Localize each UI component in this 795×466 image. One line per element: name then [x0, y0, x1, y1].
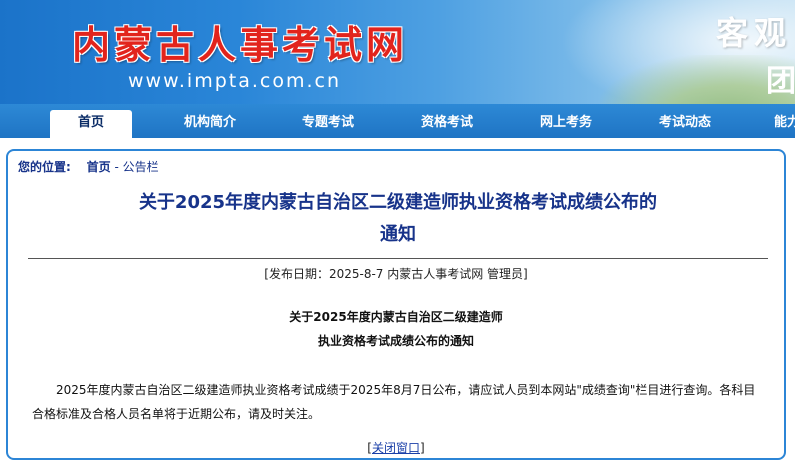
- breadcrumb: 您的位置: 首页 - 公告栏: [18, 158, 159, 175]
- nav-item-exam-news[interactable]: 考试动态: [643, 110, 727, 138]
- title-divider: [28, 258, 768, 259]
- nav-item-qualification-exams[interactable]: 资格考试: [405, 110, 489, 138]
- nav-item-home[interactable]: 首页: [50, 110, 132, 138]
- article-subtitle-line1: 关于2025年度内蒙古自治区二级建造师: [289, 310, 503, 324]
- breadcrumb-label: 您的位置:: [18, 160, 71, 174]
- nav-item-special-exams[interactable]: 专题考试: [286, 110, 370, 138]
- nav-item-ability[interactable]: 能力: [762, 110, 795, 138]
- site-url: www.impta.com.cn: [128, 70, 342, 92]
- close-window-link[interactable]: 关闭窗口: [372, 441, 420, 455]
- main-nav: 首页 机构简介 专题考试 资格考试 网上考务 考试动态 能力: [0, 104, 795, 138]
- site-logo-title[interactable]: 内蒙古人事考试网: [72, 14, 408, 69]
- close-window: [关闭窗口]: [8, 439, 784, 456]
- article-panel: 您的位置: 首页 - 公告栏 关于2025年度内蒙古自治区二级建造师执业资格考试…: [6, 149, 786, 460]
- article-body: 2025年度内蒙古自治区二级建造师执业资格考试成绩于2025年8月7日公布，请应…: [32, 383, 756, 421]
- breadcrumb-current[interactable]: 公告栏: [123, 160, 159, 174]
- close-bracket-close: ]: [420, 441, 425, 455]
- nav-item-online-affairs[interactable]: 网上考务: [524, 110, 608, 138]
- publish-meta: [发布日期：2025-8-7 内蒙古人事考试网 管理员]: [264, 267, 528, 281]
- banner-slogan-line2: 团: [766, 64, 795, 99]
- breadcrumb-home-link[interactable]: 首页: [87, 160, 111, 174]
- breadcrumb-separator: -: [114, 160, 119, 174]
- article-title: 关于2025年度内蒙古自治区二级建造师执业资格考试成绩公布的 通知: [68, 187, 728, 251]
- article-subtitle-line2: 执业资格考试成绩公布的通知: [317, 334, 474, 348]
- site-banner: 内蒙古人事考试网 www.impta.com.cn 客观 团: [0, 0, 795, 104]
- banner-slogan-line1: 客观: [716, 14, 793, 52]
- article-title-line2: 通知: [380, 224, 416, 245]
- article-title-line1: 关于2025年度内蒙古自治区二级建造师执业资格考试成绩公布的: [138, 192, 658, 213]
- nav-item-about[interactable]: 机构简介: [168, 110, 252, 138]
